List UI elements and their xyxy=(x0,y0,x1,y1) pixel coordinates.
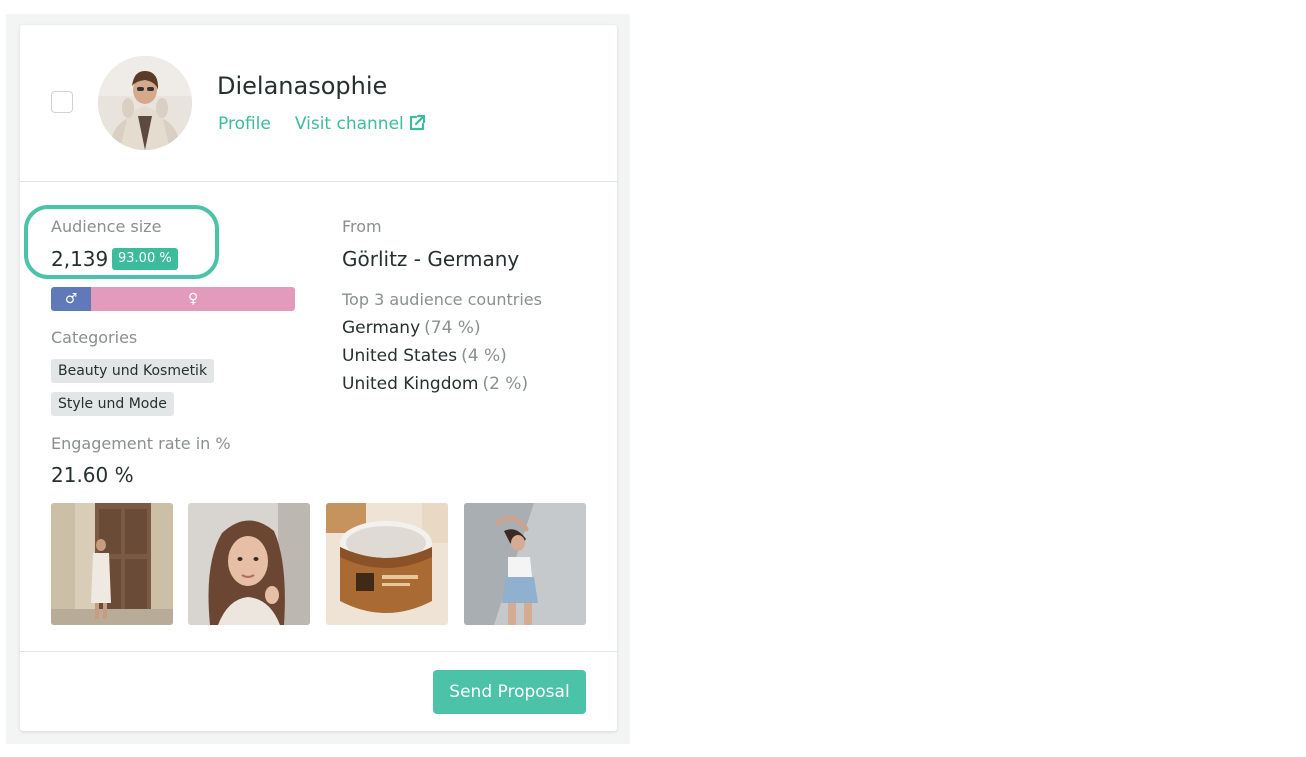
male-icon: ♂ xyxy=(64,291,78,307)
female-share-segment: ♀ xyxy=(91,287,295,311)
country-percent: (2 %) xyxy=(482,374,529,394)
categories-label: Categories xyxy=(51,328,138,347)
post-thumbnail[interactable] xyxy=(464,503,586,625)
female-icon: ♀ xyxy=(187,291,199,307)
avatar xyxy=(98,56,192,150)
engagement-rate-label: Engagement rate in % xyxy=(51,434,231,453)
location-value: Görlitz - Germany xyxy=(342,247,520,271)
post-thumbnail[interactable] xyxy=(326,503,448,625)
visit-channel-label: Visit channel xyxy=(294,114,404,134)
from-label: From xyxy=(342,217,382,236)
country-name: United Kingdom xyxy=(342,374,479,394)
category-tag: Style und Mode xyxy=(51,392,174,416)
avatar-image xyxy=(98,56,192,150)
post-thumbnail[interactable] xyxy=(51,503,173,625)
category-tag: Beauty und Kosmetik xyxy=(51,359,215,383)
country-name: Germany xyxy=(342,318,421,338)
external-link-icon xyxy=(408,114,426,137)
highlight-annotation xyxy=(24,205,219,279)
card-header: Dielanasophie Profile Visit channel xyxy=(20,25,617,182)
visit-channel-link[interactable]: Visit channel xyxy=(295,114,426,137)
country-percent: (4 %) xyxy=(461,346,507,366)
country-row: Germany (74 %) xyxy=(342,318,481,338)
post-thumbnail[interactable] xyxy=(188,503,310,625)
country-name: United States xyxy=(342,346,458,366)
male-share-segment: ♂ xyxy=(51,287,92,311)
influencer-name: Dielanasophie xyxy=(217,72,388,100)
header-links: Profile Visit channel xyxy=(218,114,426,137)
gender-split-bar: ♂ ♀ xyxy=(51,287,295,311)
country-row: United States (4 %) xyxy=(342,346,507,366)
country-percent: (74 %) xyxy=(424,318,481,338)
country-row: United Kingdom (2 %) xyxy=(342,374,528,394)
top-countries-label: Top 3 audience countries xyxy=(342,290,542,309)
send-proposal-button[interactable]: Send Proposal xyxy=(433,670,586,714)
footer-divider xyxy=(20,651,617,652)
influencer-card: Dielanasophie Profile Visit channel Audie… xyxy=(20,25,617,731)
engagement-rate-value: 21.60 % xyxy=(51,463,134,487)
select-checkbox[interactable] xyxy=(51,91,73,113)
profile-link[interactable]: Profile xyxy=(218,114,271,134)
